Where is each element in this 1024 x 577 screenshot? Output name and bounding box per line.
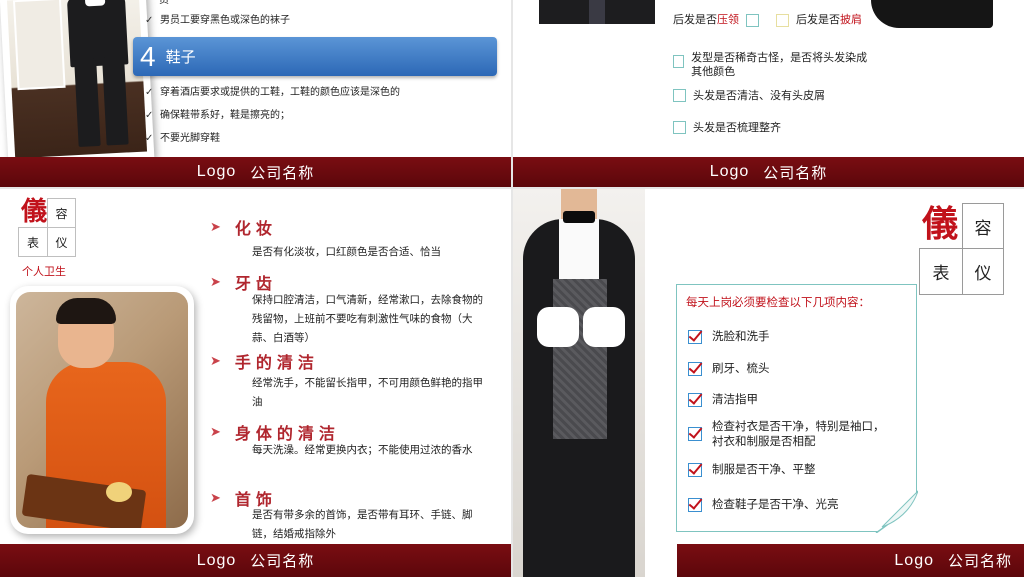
photo-hair-partial — [871, 0, 993, 28]
title-cell: 表 — [18, 227, 48, 257]
arrow-icon: ➤ — [210, 219, 221, 235]
checkbox[interactable] — [673, 89, 686, 102]
photo-waitress — [10, 286, 194, 534]
photo-butler — [513, 189, 645, 577]
section-title: 鞋子 — [165, 48, 196, 66]
checklist-heading: 每天上岗必须要检查以下几项内容： — [686, 295, 870, 309]
check-row: 发型是否稀奇古怪，是否将头发染成其他颜色 — [673, 51, 873, 79]
section-body: 是否有带多余的首饰，是否带有耳环、手链、脚链，结婚戒指除外 — [252, 509, 473, 540]
slide-thumbnail-hygiene[interactable]: 儀 容 表 仪 个人卫生 ➤ 化妆 是否有化淡妆，口红颜色是否合适、恰当 ➤ 牙齿 … — [0, 189, 511, 577]
section-number: 4 — [140, 40, 156, 72]
check-row: 头发是否梳理整齐 — [673, 121, 781, 135]
section-hands: ➤ 手的清洁 — [210, 353, 319, 372]
list-item: ✓ 确保鞋带系好，鞋是擦亮的； — [145, 104, 400, 127]
footer-bar: Logo 公司名称 — [0, 544, 511, 577]
title-cell: 容 — [962, 203, 1004, 249]
title-character: 儀 — [921, 203, 958, 245]
checklist-item[interactable]: 清洁指甲 — [688, 392, 758, 407]
checklist-item[interactable]: 检查衬衣是否干净，特别是袖口，衬衣和制服是否相配 — [688, 419, 893, 449]
footer-logo: Logo — [196, 163, 237, 180]
footer-bar: Logo 公司名称 — [0, 157, 511, 187]
check-icon: ✓ — [145, 110, 154, 121]
socks-list: ✓ 男员工要穿黑色或深色的袜子 — [145, 13, 290, 28]
checkbox-checked-icon — [688, 362, 702, 376]
footer-logo: Logo — [196, 551, 237, 569]
check-icon: ✓ — [145, 15, 154, 26]
photo-staff-uniform — [0, 0, 155, 166]
checkbox-checked-icon — [688, 393, 702, 407]
arrow-icon: ➤ — [210, 353, 221, 369]
section-makeup: ➤ 化妆 — [210, 219, 277, 238]
check-icon: ✓ — [145, 87, 154, 98]
checklist-item[interactable]: 检查鞋子是否干净、光亮 — [688, 497, 839, 512]
shoulder-check-row: 后发是否披肩 — [776, 13, 862, 27]
section-body: 保持口腔清洁，口气清新，经常漱口，去除食物的残留物，上班前不要吃有刺激性气味的食… — [252, 294, 483, 344]
footer-company: 公司名称 — [947, 552, 1012, 570]
arrow-icon: ➤ — [210, 274, 221, 290]
checkbox-checked-icon — [688, 498, 702, 512]
checkbox-checked-icon — [688, 330, 702, 344]
page-curl-icon — [875, 490, 918, 533]
section-header-bar: 4 鞋子 — [133, 37, 497, 76]
slide-thumbnail-hair[interactable]: 后发是否压领 后发是否披肩 发型是否稀奇古怪，是否将头发染成其他颜色 头发是否清… — [513, 0, 1024, 187]
check-row: 头发是否清洁、没有头皮屑 — [673, 89, 825, 103]
cut-off-text: 员 — [159, 0, 169, 6]
list-item: ✓ 穿着酒店要求或提供的工鞋，工鞋的颜色应该是深色的 — [145, 81, 400, 104]
collar-check-row: 后发是否压领 — [673, 13, 759, 27]
checkbox-checked-icon — [688, 463, 702, 477]
slide-thumbnail-daily-check[interactable]: 儀 容 表 仪 每天上岗必须要检查以下几项内容： 洗脸和洗手 刷牙、梳头 清洁指… — [513, 189, 1024, 577]
photo-suit-partial — [539, 0, 655, 24]
checkbox-collar[interactable] — [746, 13, 759, 27]
arrow-icon: ➤ — [210, 424, 221, 440]
title-cell: 容 — [47, 198, 76, 228]
title-character: 儀 — [20, 197, 47, 227]
checklist-item[interactable]: 制服是否干净、平整 — [688, 462, 816, 477]
title-cell: 仪 — [962, 248, 1004, 295]
checkbox-checked-icon — [688, 427, 702, 441]
footer-bar: Logo 公司名称 — [513, 157, 1024, 187]
title-cell: 仪 — [47, 227, 76, 257]
shoe-rules-list: ✓ 穿着酒店要求或提供的工鞋，工鞋的颜色应该是深色的 ✓ 确保鞋带系好，鞋是擦亮的；… — [145, 81, 400, 150]
footer-logo: Logo — [894, 551, 934, 569]
check-icon: ✓ — [145, 133, 154, 144]
section-body: 每天洗澡。经常更换内衣；不能使用过浓的香水 — [252, 444, 473, 456]
slide-thumbnail-shoes[interactable]: 员 ✓ 男员工要穿黑色或深色的袜子 4 鞋子 ✓ 穿着酒店要求或提供的工鞋，工鞋的颜… — [0, 0, 511, 187]
footer-company: 公司名称 — [250, 552, 315, 570]
checkbox[interactable] — [673, 55, 685, 68]
checklist-item[interactable]: 刷牙、梳头 — [688, 361, 770, 376]
title-cell: 表 — [919, 248, 963, 295]
list-item: ✓ 男员工要穿黑色或深色的袜子 — [145, 15, 290, 26]
list-item: ✓ 不要光脚穿鞋 — [145, 127, 400, 150]
checkbox-shoulder[interactable] — [776, 13, 789, 27]
daily-checklist: 每天上岗必须要检查以下几项内容： 洗脸和洗手 刷牙、梳头 清洁指甲 检查衬衣是否… — [676, 284, 918, 533]
footer-logo: Logo — [709, 163, 750, 180]
slide-subtitle: 个人卫生 — [22, 265, 66, 278]
checklist-item[interactable]: 洗脸和洗手 — [688, 329, 770, 344]
section-body: 经常洗手，不能留长指甲，不可用颜色鲜艳的指甲油 — [252, 377, 483, 408]
arrow-icon: ➤ — [210, 490, 221, 506]
footer-company: 公司名称 — [763, 163, 828, 182]
section-body: 是否有化淡妆，口红颜色是否合适、恰当 — [252, 246, 441, 258]
checkbox[interactable] — [673, 121, 686, 134]
footer-bar: Logo 公司名称 — [677, 544, 1024, 577]
footer-company: 公司名称 — [250, 163, 315, 182]
